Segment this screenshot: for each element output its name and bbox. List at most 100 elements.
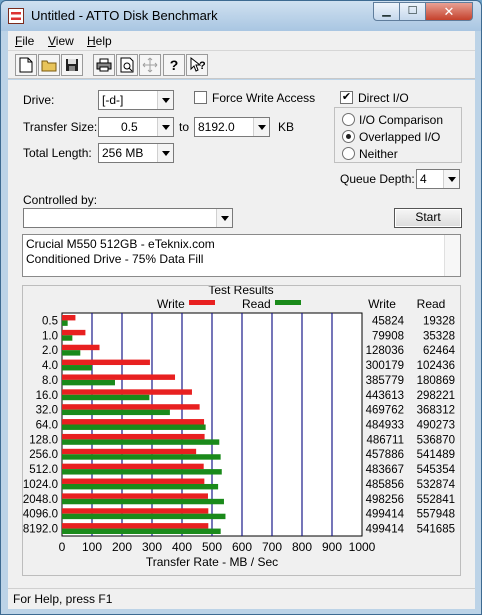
x-tick-label: 600 bbox=[232, 540, 252, 554]
results-title: Test Results bbox=[208, 286, 273, 297]
x-tick-label: 800 bbox=[292, 540, 312, 554]
x-tick-label: 1000 bbox=[349, 540, 376, 554]
title-bar[interactable]: Untitled - ATTO Disk Benchmark ▁ ☐ ✕ bbox=[1, 1, 481, 31]
write-value: 79908 bbox=[372, 330, 404, 342]
chevron-down-icon bbox=[443, 170, 459, 188]
help-icon: ? bbox=[169, 57, 179, 73]
controlled-by-select[interactable] bbox=[23, 208, 233, 228]
chevron-down-icon bbox=[253, 118, 269, 136]
overlapped-io-radio[interactable] bbox=[342, 130, 355, 143]
read-value: 552841 bbox=[417, 494, 455, 506]
maximize-button[interactable]: ☐ bbox=[399, 2, 426, 21]
read-value: 368312 bbox=[417, 405, 455, 417]
help-button[interactable]: ? bbox=[163, 54, 185, 76]
print-preview-button[interactable] bbox=[116, 54, 138, 76]
queue-depth-select[interactable]: 4 bbox=[416, 169, 460, 189]
x-tick-label: 400 bbox=[172, 540, 192, 554]
direct-io-label[interactable]: Direct I/O bbox=[358, 91, 409, 105]
drive-select[interactable]: [-d-] bbox=[98, 90, 174, 110]
write-bar bbox=[62, 433, 205, 440]
total-length-value: 256 MB bbox=[102, 146, 144, 160]
y-tick-label: 4096.0 bbox=[23, 509, 58, 521]
write-bar bbox=[62, 329, 86, 336]
close-icon: ✕ bbox=[443, 4, 455, 19]
write-bar bbox=[62, 374, 176, 380]
chevron-down-icon bbox=[157, 91, 173, 109]
write-bar bbox=[62, 344, 100, 351]
total-length-select[interactable]: 256 MB bbox=[98, 143, 174, 163]
open-button[interactable] bbox=[38, 54, 60, 76]
force-write-checkbox[interactable] bbox=[194, 91, 207, 104]
move-button[interactable] bbox=[139, 54, 161, 76]
io-comparison-radio[interactable] bbox=[342, 113, 355, 126]
read-bar bbox=[62, 528, 221, 534]
transfer-to-value: 8192.0 bbox=[198, 120, 235, 134]
context-help-button[interactable]: ? bbox=[186, 54, 208, 76]
overlapped-io-label[interactable]: Overlapped I/O bbox=[359, 130, 440, 144]
menu-help[interactable]: Help bbox=[87, 34, 112, 48]
transfer-size-to-select[interactable]: 8192.0 bbox=[194, 117, 270, 137]
y-tick-label: 8.0 bbox=[42, 375, 58, 387]
save-button[interactable] bbox=[61, 54, 83, 76]
menu-file[interactable]: File bbox=[15, 34, 34, 48]
minimize-button[interactable]: ▁ bbox=[373, 2, 400, 21]
start-button[interactable]: Start bbox=[394, 208, 462, 228]
context-help-icon: ? bbox=[190, 57, 205, 72]
neither-radio[interactable] bbox=[342, 147, 355, 160]
y-tick-label: 64.0 bbox=[36, 420, 58, 432]
print-button[interactable] bbox=[93, 54, 115, 76]
read-value: 180869 bbox=[417, 375, 455, 387]
y-tick-label: 128.0 bbox=[29, 434, 58, 446]
write-bar bbox=[62, 463, 204, 470]
read-bar bbox=[62, 498, 224, 505]
queue-depth-value: 4 bbox=[420, 172, 427, 186]
y-tick-label: 8192.0 bbox=[23, 524, 58, 536]
neither-label[interactable]: Neither bbox=[359, 147, 398, 161]
print-preview-icon bbox=[120, 57, 134, 73]
write-value: 498256 bbox=[366, 494, 404, 506]
read-value: 490273 bbox=[417, 420, 455, 432]
description-line-2: Conditioned Drive - 75% Data Fill bbox=[26, 252, 204, 266]
read-value: 541685 bbox=[417, 524, 455, 536]
write-bar bbox=[62, 359, 150, 366]
transfer-size-from-select[interactable]: 0.5 bbox=[98, 117, 174, 137]
read-column-header: Read bbox=[417, 297, 446, 311]
kb-label: KB bbox=[278, 120, 295, 134]
write-bar bbox=[62, 523, 209, 529]
x-tick-label: 900 bbox=[322, 540, 342, 554]
read-bar bbox=[62, 409, 170, 416]
force-write-label[interactable]: Force Write Access bbox=[212, 91, 315, 105]
description-textarea[interactable]: Crucial M550 512GB - eTeknix.com Conditi… bbox=[22, 234, 461, 277]
read-value: 536870 bbox=[417, 434, 455, 446]
maximize-icon: ☐ bbox=[407, 5, 418, 17]
read-value: 35328 bbox=[423, 330, 455, 342]
transfer-size-label: Transfer Size: bbox=[23, 120, 98, 134]
legend-read-label: Read bbox=[242, 297, 271, 311]
y-tick-label: 1.0 bbox=[42, 330, 58, 342]
x-tick-label: 200 bbox=[112, 540, 132, 554]
direct-io-checkbox[interactable]: ✔ bbox=[340, 91, 353, 104]
new-button[interactable] bbox=[15, 54, 37, 76]
description-line-1: Crucial M550 512GB - eTeknix.com bbox=[26, 237, 215, 251]
read-bar bbox=[62, 379, 115, 386]
description-scrollbar[interactable] bbox=[444, 235, 460, 276]
read-bar bbox=[62, 335, 73, 341]
y-tick-label: 512.0 bbox=[29, 464, 58, 476]
total-length-label: Total Length: bbox=[23, 146, 92, 160]
transfer-from-value: 0.5 bbox=[121, 120, 138, 134]
io-comparison-label[interactable]: I/O Comparison bbox=[359, 113, 443, 127]
new-icon bbox=[19, 57, 33, 73]
write-value: 443613 bbox=[366, 390, 404, 402]
write-bar bbox=[62, 508, 209, 514]
app-window: Untitled - ATTO Disk Benchmark ▁ ☐ ✕ Fil… bbox=[0, 0, 482, 615]
start-button-label: Start bbox=[415, 210, 441, 224]
read-bar bbox=[62, 394, 150, 401]
read-bar bbox=[62, 424, 206, 430]
controlled-by-label: Controlled by: bbox=[23, 193, 98, 207]
read-bar bbox=[62, 513, 226, 520]
close-button[interactable]: ✕ bbox=[425, 2, 473, 21]
status-bar: For Help, press F1 bbox=[8, 588, 475, 609]
menu-view[interactable]: View bbox=[48, 34, 74, 48]
atto-app-icon[interactable] bbox=[8, 8, 24, 24]
print-icon bbox=[96, 58, 112, 72]
